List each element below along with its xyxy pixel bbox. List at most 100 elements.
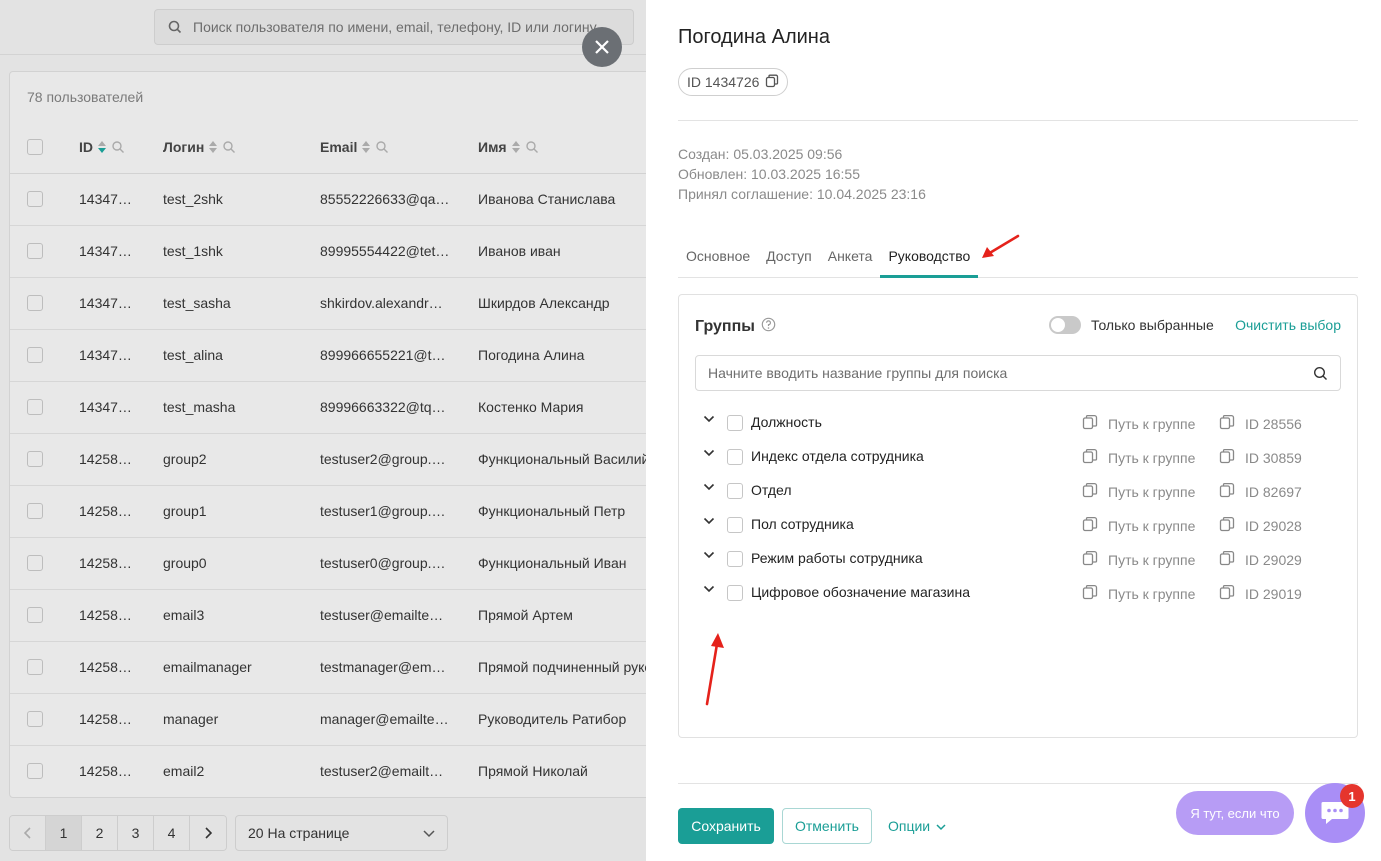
cell-name: Иванова Станислава [478, 191, 616, 207]
row-checkbox[interactable] [27, 295, 43, 311]
close-drawer-button[interactable] [582, 27, 622, 67]
group-path-button[interactable]: Путь к группе [1082, 550, 1195, 569]
column-search-icon[interactable] [525, 140, 539, 154]
sort-icon[interactable] [208, 140, 218, 154]
options-dropdown[interactable]: Опции [888, 808, 946, 844]
cell-email: testuser2@emailt… [320, 763, 444, 779]
cell-name: Функциональный Петр [478, 503, 626, 519]
row-checkbox[interactable] [27, 191, 43, 207]
page-button[interactable]: 1 [46, 816, 82, 850]
support-pill[interactable]: Я тут, если что [1176, 791, 1294, 835]
user-search-input[interactable]: Поиск пользователя по имени, email, теле… [154, 9, 634, 45]
row-checkbox[interactable] [27, 763, 43, 779]
chevron-down-icon[interactable] [703, 585, 715, 593]
group-checkbox[interactable] [727, 415, 743, 431]
column-search-icon[interactable] [111, 140, 125, 154]
group-checkbox[interactable] [727, 585, 743, 601]
row-checkbox[interactable] [27, 243, 43, 259]
group-id-button[interactable]: ID 29029 [1219, 550, 1302, 569]
row-checkbox[interactable] [27, 659, 43, 675]
select-all-checkbox[interactable] [27, 139, 43, 155]
column-header-login[interactable]: Логин [163, 139, 236, 155]
prev-page-button[interactable] [10, 816, 46, 850]
search-icon[interactable] [1313, 366, 1328, 381]
per-page-value: 20 На странице [248, 825, 350, 841]
row-checkbox[interactable] [27, 399, 43, 415]
copy-icon [1219, 448, 1235, 467]
cell-id: 14347… [79, 243, 132, 259]
cancel-button[interactable]: Отменить [782, 808, 872, 844]
group-path-button[interactable]: Путь к группе [1082, 414, 1195, 433]
group-checkbox[interactable] [727, 449, 743, 465]
column-header-email[interactable]: Email [320, 139, 389, 155]
table-row[interactable]: 14258… manager manager@emailte… Руководител… [10, 694, 646, 746]
row-checkbox[interactable] [27, 451, 43, 467]
tab-access[interactable]: Доступ [758, 236, 820, 278]
group-id-button[interactable]: ID 28556 [1219, 414, 1302, 433]
tab-main[interactable]: Основное [678, 236, 758, 278]
column-search-icon[interactable] [222, 140, 236, 154]
row-checkbox[interactable] [27, 555, 43, 571]
cell-login: email3 [163, 607, 205, 623]
cell-login: emailmanager [163, 659, 252, 675]
only-selected-toggle[interactable] [1049, 316, 1081, 334]
group-path-button[interactable]: Путь к группе [1082, 482, 1195, 501]
chevron-down-icon[interactable] [703, 449, 715, 457]
row-checkbox[interactable] [27, 607, 43, 623]
group-row: Режим работы сотрудника Путь к группе ID 2… [695, 542, 1341, 576]
table-row[interactable]: 14258… group0 testuser0@group.… Функциональ… [10, 538, 646, 590]
next-page-button[interactable] [190, 816, 226, 850]
page-button[interactable]: 4 [154, 816, 190, 850]
chevron-down-icon[interactable] [703, 483, 715, 491]
created-date: Создан: 05.03.2025 09:56 [678, 146, 843, 162]
sort-icon[interactable] [361, 140, 371, 154]
group-id-button[interactable]: ID 30859 [1219, 448, 1302, 467]
group-checkbox[interactable] [727, 483, 743, 499]
group-path-button[interactable]: Путь к группе [1082, 516, 1195, 535]
table-row[interactable]: 14258… group1 testuser1@group.… Функциональ… [10, 486, 646, 538]
copy-icon[interactable] [765, 74, 779, 91]
table-row[interactable]: 14258… email3 testuser@emailte… Прямой Арте… [10, 590, 646, 642]
column-search-icon[interactable] [375, 140, 389, 154]
group-search-input[interactable] [708, 365, 1298, 381]
tab-management[interactable]: Руководство [880, 236, 979, 278]
table-row[interactable]: 14258… group2 testuser2@group.… Функциональ… [10, 434, 646, 486]
group-id-button[interactable]: ID 82697 [1219, 482, 1302, 501]
tab-questionnaire[interactable]: Анкета [820, 236, 881, 278]
table-row[interactable]: 14258… email2 testuser2@emailt… Прямой Нико… [10, 746, 646, 797]
group-id-button[interactable]: ID 29019 [1219, 584, 1302, 603]
group-checkbox[interactable] [727, 551, 743, 567]
per-page-select[interactable]: 20 На странице [235, 815, 448, 851]
column-header-name[interactable]: Имя [478, 139, 539, 155]
group-row: Пол сотрудника Путь к группе ID 29028 [695, 508, 1341, 542]
chevron-down-icon[interactable] [703, 551, 715, 559]
save-button[interactable]: Сохранить [678, 808, 774, 844]
row-checkbox[interactable] [27, 503, 43, 519]
help-icon[interactable] [761, 317, 776, 337]
group-checkbox[interactable] [727, 517, 743, 533]
clear-selection-link[interactable]: Очистить выбор [1235, 317, 1341, 333]
table-row[interactable]: 14347… test_1shk 89995554422@tet… Иванов ив… [10, 226, 646, 278]
table-row[interactable]: 14347… test_masha 89996663322@tq… Костенко … [10, 382, 646, 434]
table-row[interactable]: 14347… test_alina 899966655221@t… Погодина … [10, 330, 646, 382]
table-row[interactable]: 14347… test_sasha shkirdov.alexandr… Шкирдо… [10, 278, 646, 330]
row-checkbox[interactable] [27, 347, 43, 363]
group-path-button[interactable]: Путь к группе [1082, 448, 1195, 467]
cell-id: 14347… [79, 399, 132, 415]
chevron-down-icon[interactable] [703, 415, 715, 423]
page-button[interactable]: 3 [118, 816, 154, 850]
column-header-id[interactable]: ID [79, 139, 125, 155]
user-list-page: Поиск пользователя по имени, email, теле… [0, 0, 646, 861]
chevron-down-icon[interactable] [703, 517, 715, 525]
table-row[interactable]: 14347… test_2shk 85552226633@qa… Иванова Ст… [10, 174, 646, 226]
row-checkbox[interactable] [27, 711, 43, 727]
cell-login: test_2shk [163, 191, 223, 207]
sort-icon[interactable] [97, 140, 107, 154]
table-row[interactable]: 14258… emailmanager testmanager@em… Прямой … [10, 642, 646, 694]
group-path-button[interactable]: Путь к группе [1082, 584, 1195, 603]
cell-name: Руководитель Ратибор [478, 711, 627, 727]
page-button[interactable]: 2 [82, 816, 118, 850]
sort-icon[interactable] [511, 140, 521, 154]
user-id-chip[interactable]: ID 1434726 [678, 68, 789, 96]
group-id-button[interactable]: ID 29028 [1219, 516, 1302, 535]
